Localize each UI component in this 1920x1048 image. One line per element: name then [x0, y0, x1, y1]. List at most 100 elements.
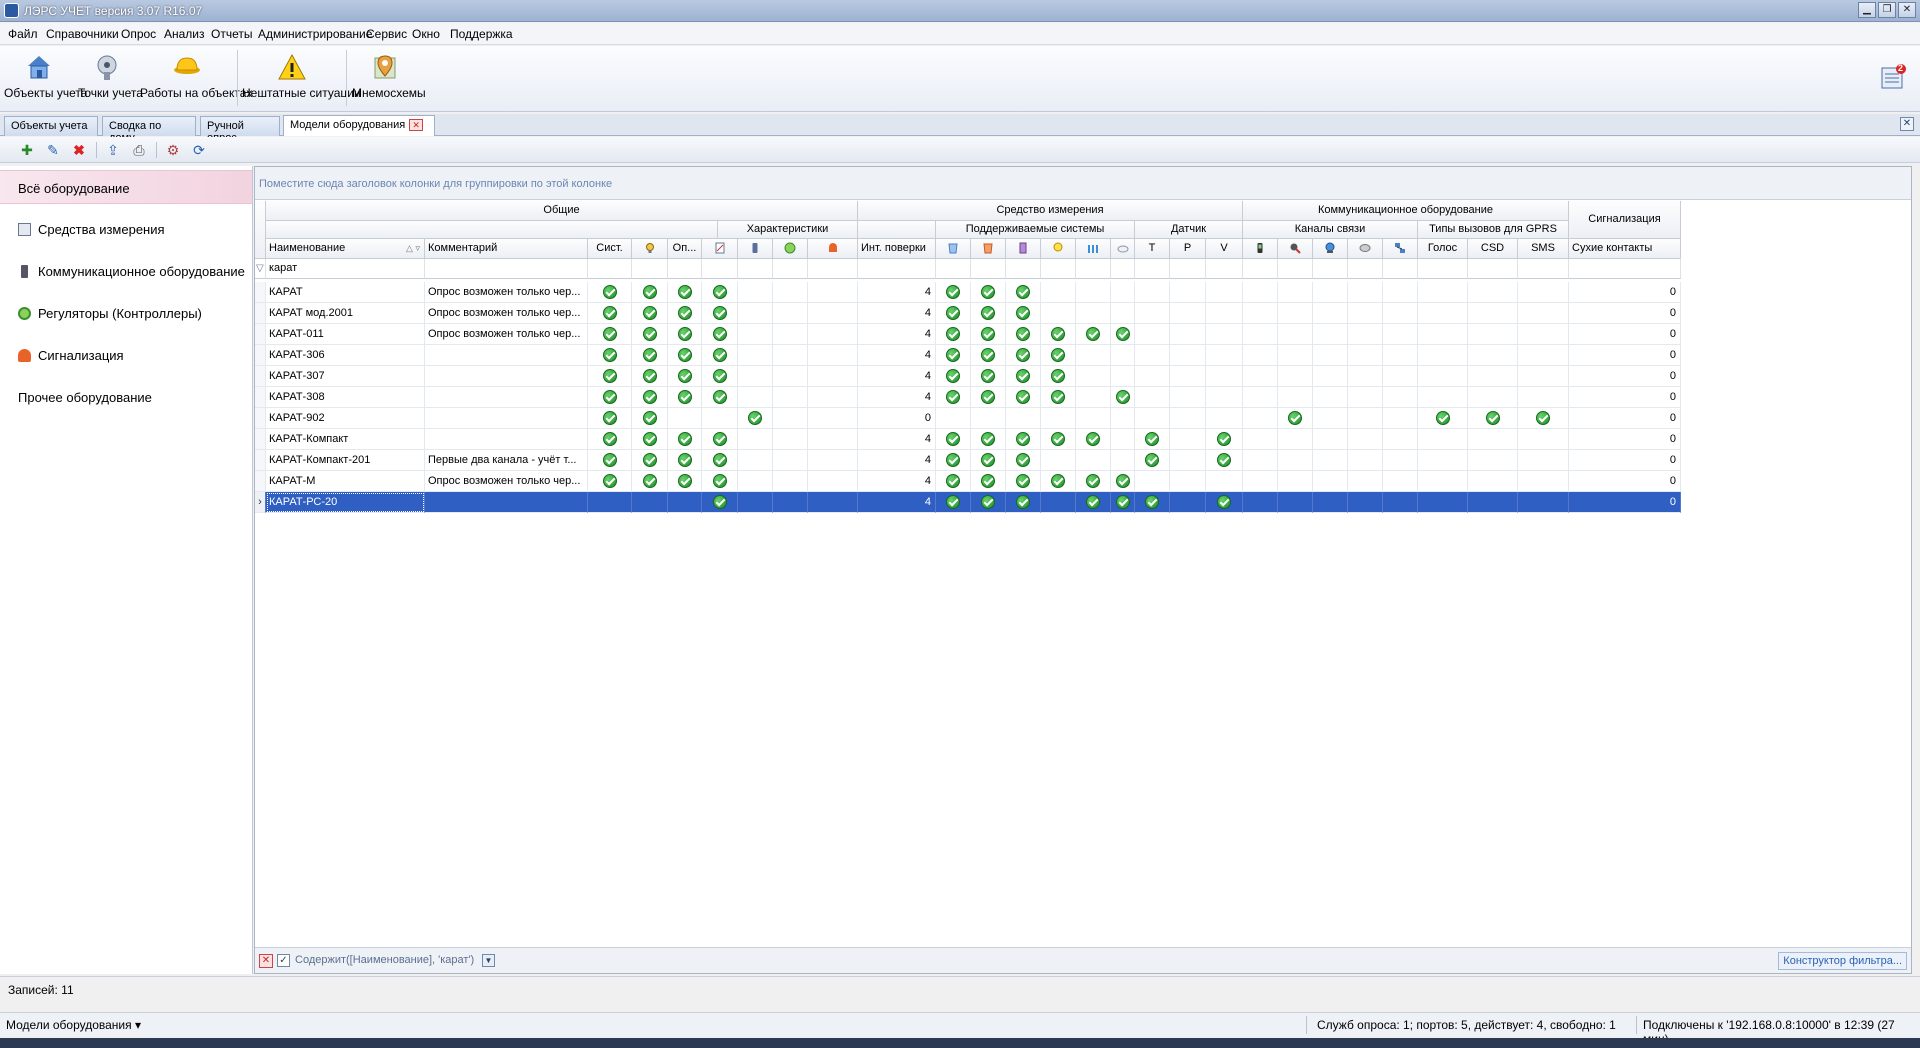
- check-cell[interactable]: [808, 345, 858, 366]
- check-cell[interactable]: [971, 429, 1006, 450]
- check-cell[interactable]: [702, 324, 738, 345]
- works-button[interactable]: Работы на объектах: [140, 50, 252, 108]
- table-row[interactable]: › КАРАТ-РС-20 4 0: [255, 492, 1681, 513]
- check-cell[interactable]: [773, 345, 808, 366]
- check-cell[interactable]: [1041, 303, 1076, 324]
- check-cell[interactable]: [588, 324, 632, 345]
- menu-file[interactable]: Файл: [8, 27, 38, 41]
- check-cell[interactable]: [702, 345, 738, 366]
- col-cycle-icon[interactable]: [773, 239, 808, 259]
- check-cell[interactable]: [738, 345, 773, 366]
- cell-interval[interactable]: 4: [858, 429, 936, 450]
- check-cell[interactable]: [971, 408, 1006, 429]
- col-gas-icon[interactable]: [1111, 239, 1135, 259]
- check-cell[interactable]: [1041, 471, 1076, 492]
- check-cell[interactable]: [738, 303, 773, 324]
- check-cell[interactable]: [1206, 282, 1243, 303]
- check-cell[interactable]: [1518, 345, 1569, 366]
- tab-manual-poll[interactable]: Ручной опрос: [200, 116, 280, 144]
- check-cell[interactable]: [1468, 303, 1518, 324]
- tab-close-icon[interactable]: ✕: [409, 119, 424, 132]
- check-cell[interactable]: [1006, 282, 1041, 303]
- col-line-icon[interactable]: [1278, 239, 1313, 259]
- check-cell[interactable]: [1243, 471, 1278, 492]
- check-cell[interactable]: [1278, 387, 1313, 408]
- nav-other-equipment[interactable]: Прочее оборудование: [0, 380, 252, 414]
- filter-cell[interactable]: [1278, 259, 1313, 279]
- check-cell[interactable]: [738, 387, 773, 408]
- col-sms[interactable]: SMS: [1518, 239, 1569, 259]
- row-indicator[interactable]: [255, 303, 266, 324]
- check-cell[interactable]: [1518, 408, 1569, 429]
- check-cell[interactable]: [1348, 282, 1383, 303]
- delete-icon[interactable]: ✖: [70, 141, 88, 159]
- table-row[interactable]: КАРАТ-011 Опрос возможен только чер... 4 0: [255, 324, 1681, 345]
- col-internet-icon[interactable]: [1313, 239, 1348, 259]
- check-cell[interactable]: [1383, 303, 1418, 324]
- check-cell[interactable]: [808, 366, 858, 387]
- check-cell[interactable]: [1468, 471, 1518, 492]
- filter-cell[interactable]: [1313, 259, 1348, 279]
- check-cell[interactable]: [1243, 303, 1278, 324]
- check-cell[interactable]: [773, 303, 808, 324]
- cell-comment[interactable]: Опрос возможен только чер...: [425, 282, 588, 303]
- check-cell[interactable]: [1041, 450, 1076, 471]
- check-cell[interactable]: [936, 408, 971, 429]
- check-cell[interactable]: [632, 408, 668, 429]
- check-cell[interactable]: [632, 324, 668, 345]
- cell-interval[interactable]: 4: [858, 387, 936, 408]
- check-cell[interactable]: [773, 408, 808, 429]
- check-cell[interactable]: [1348, 345, 1383, 366]
- check-cell[interactable]: [588, 303, 632, 324]
- check-cell[interactable]: [1111, 324, 1135, 345]
- cell-dry[interactable]: 0: [1569, 408, 1681, 429]
- check-cell[interactable]: [936, 345, 971, 366]
- table-row[interactable]: КАРАТ мод.2001 Опрос возможен только чер.…: [255, 303, 1681, 324]
- check-cell[interactable]: [1135, 429, 1170, 450]
- check-cell[interactable]: [1076, 471, 1111, 492]
- cell-name[interactable]: КАРАТ-Компакт-201: [266, 450, 425, 471]
- filter-cell[interactable]: [738, 259, 773, 279]
- check-cell[interactable]: [702, 366, 738, 387]
- check-cell[interactable]: [936, 366, 971, 387]
- check-cell[interactable]: [1006, 471, 1041, 492]
- cell-dry[interactable]: 0: [1569, 282, 1681, 303]
- check-cell[interactable]: [1418, 492, 1468, 513]
- menu-support[interactable]: Поддержка: [450, 27, 513, 41]
- sort-asc-icon[interactable]: △ ▿: [406, 239, 420, 258]
- check-cell[interactable]: [702, 450, 738, 471]
- row-indicator[interactable]: ›: [255, 492, 266, 513]
- filter-cell[interactable]: [858, 259, 936, 279]
- check-cell[interactable]: [1076, 366, 1111, 387]
- filter-cell[interactable]: [1468, 259, 1518, 279]
- cell-interval[interactable]: 4: [858, 450, 936, 471]
- col-name[interactable]: Наименование △ ▿: [266, 239, 425, 259]
- maximize-button[interactable]: ❐: [1878, 2, 1896, 18]
- col-radio-icon[interactable]: [1348, 239, 1383, 259]
- check-cell[interactable]: [1076, 492, 1111, 513]
- check-cell[interactable]: [1313, 345, 1348, 366]
- check-cell[interactable]: [588, 471, 632, 492]
- check-cell[interactable]: [1006, 345, 1041, 366]
- check-cell[interactable]: [1418, 387, 1468, 408]
- col-cold-water-icon[interactable]: [936, 239, 971, 259]
- filter-cell[interactable]: [1243, 259, 1278, 279]
- check-cell[interactable]: [971, 366, 1006, 387]
- table-row[interactable]: КАРАТ-308 4 0: [255, 387, 1681, 408]
- check-cell[interactable]: [632, 450, 668, 471]
- check-cell[interactable]: [1111, 408, 1135, 429]
- check-cell[interactable]: [1313, 429, 1348, 450]
- check-cell[interactable]: [1206, 429, 1243, 450]
- check-cell[interactable]: [1206, 345, 1243, 366]
- check-cell[interactable]: [1468, 324, 1518, 345]
- check-cell[interactable]: [588, 408, 632, 429]
- check-cell[interactable]: [1076, 429, 1111, 450]
- check-cell[interactable]: [936, 282, 971, 303]
- check-cell[interactable]: [588, 366, 632, 387]
- table-row[interactable]: КАРАТ-306 4 0: [255, 345, 1681, 366]
- check-cell[interactable]: [1518, 324, 1569, 345]
- check-cell[interactable]: [808, 324, 858, 345]
- cell-comment[interactable]: [425, 345, 588, 366]
- check-cell[interactable]: [702, 408, 738, 429]
- check-cell[interactable]: [1135, 303, 1170, 324]
